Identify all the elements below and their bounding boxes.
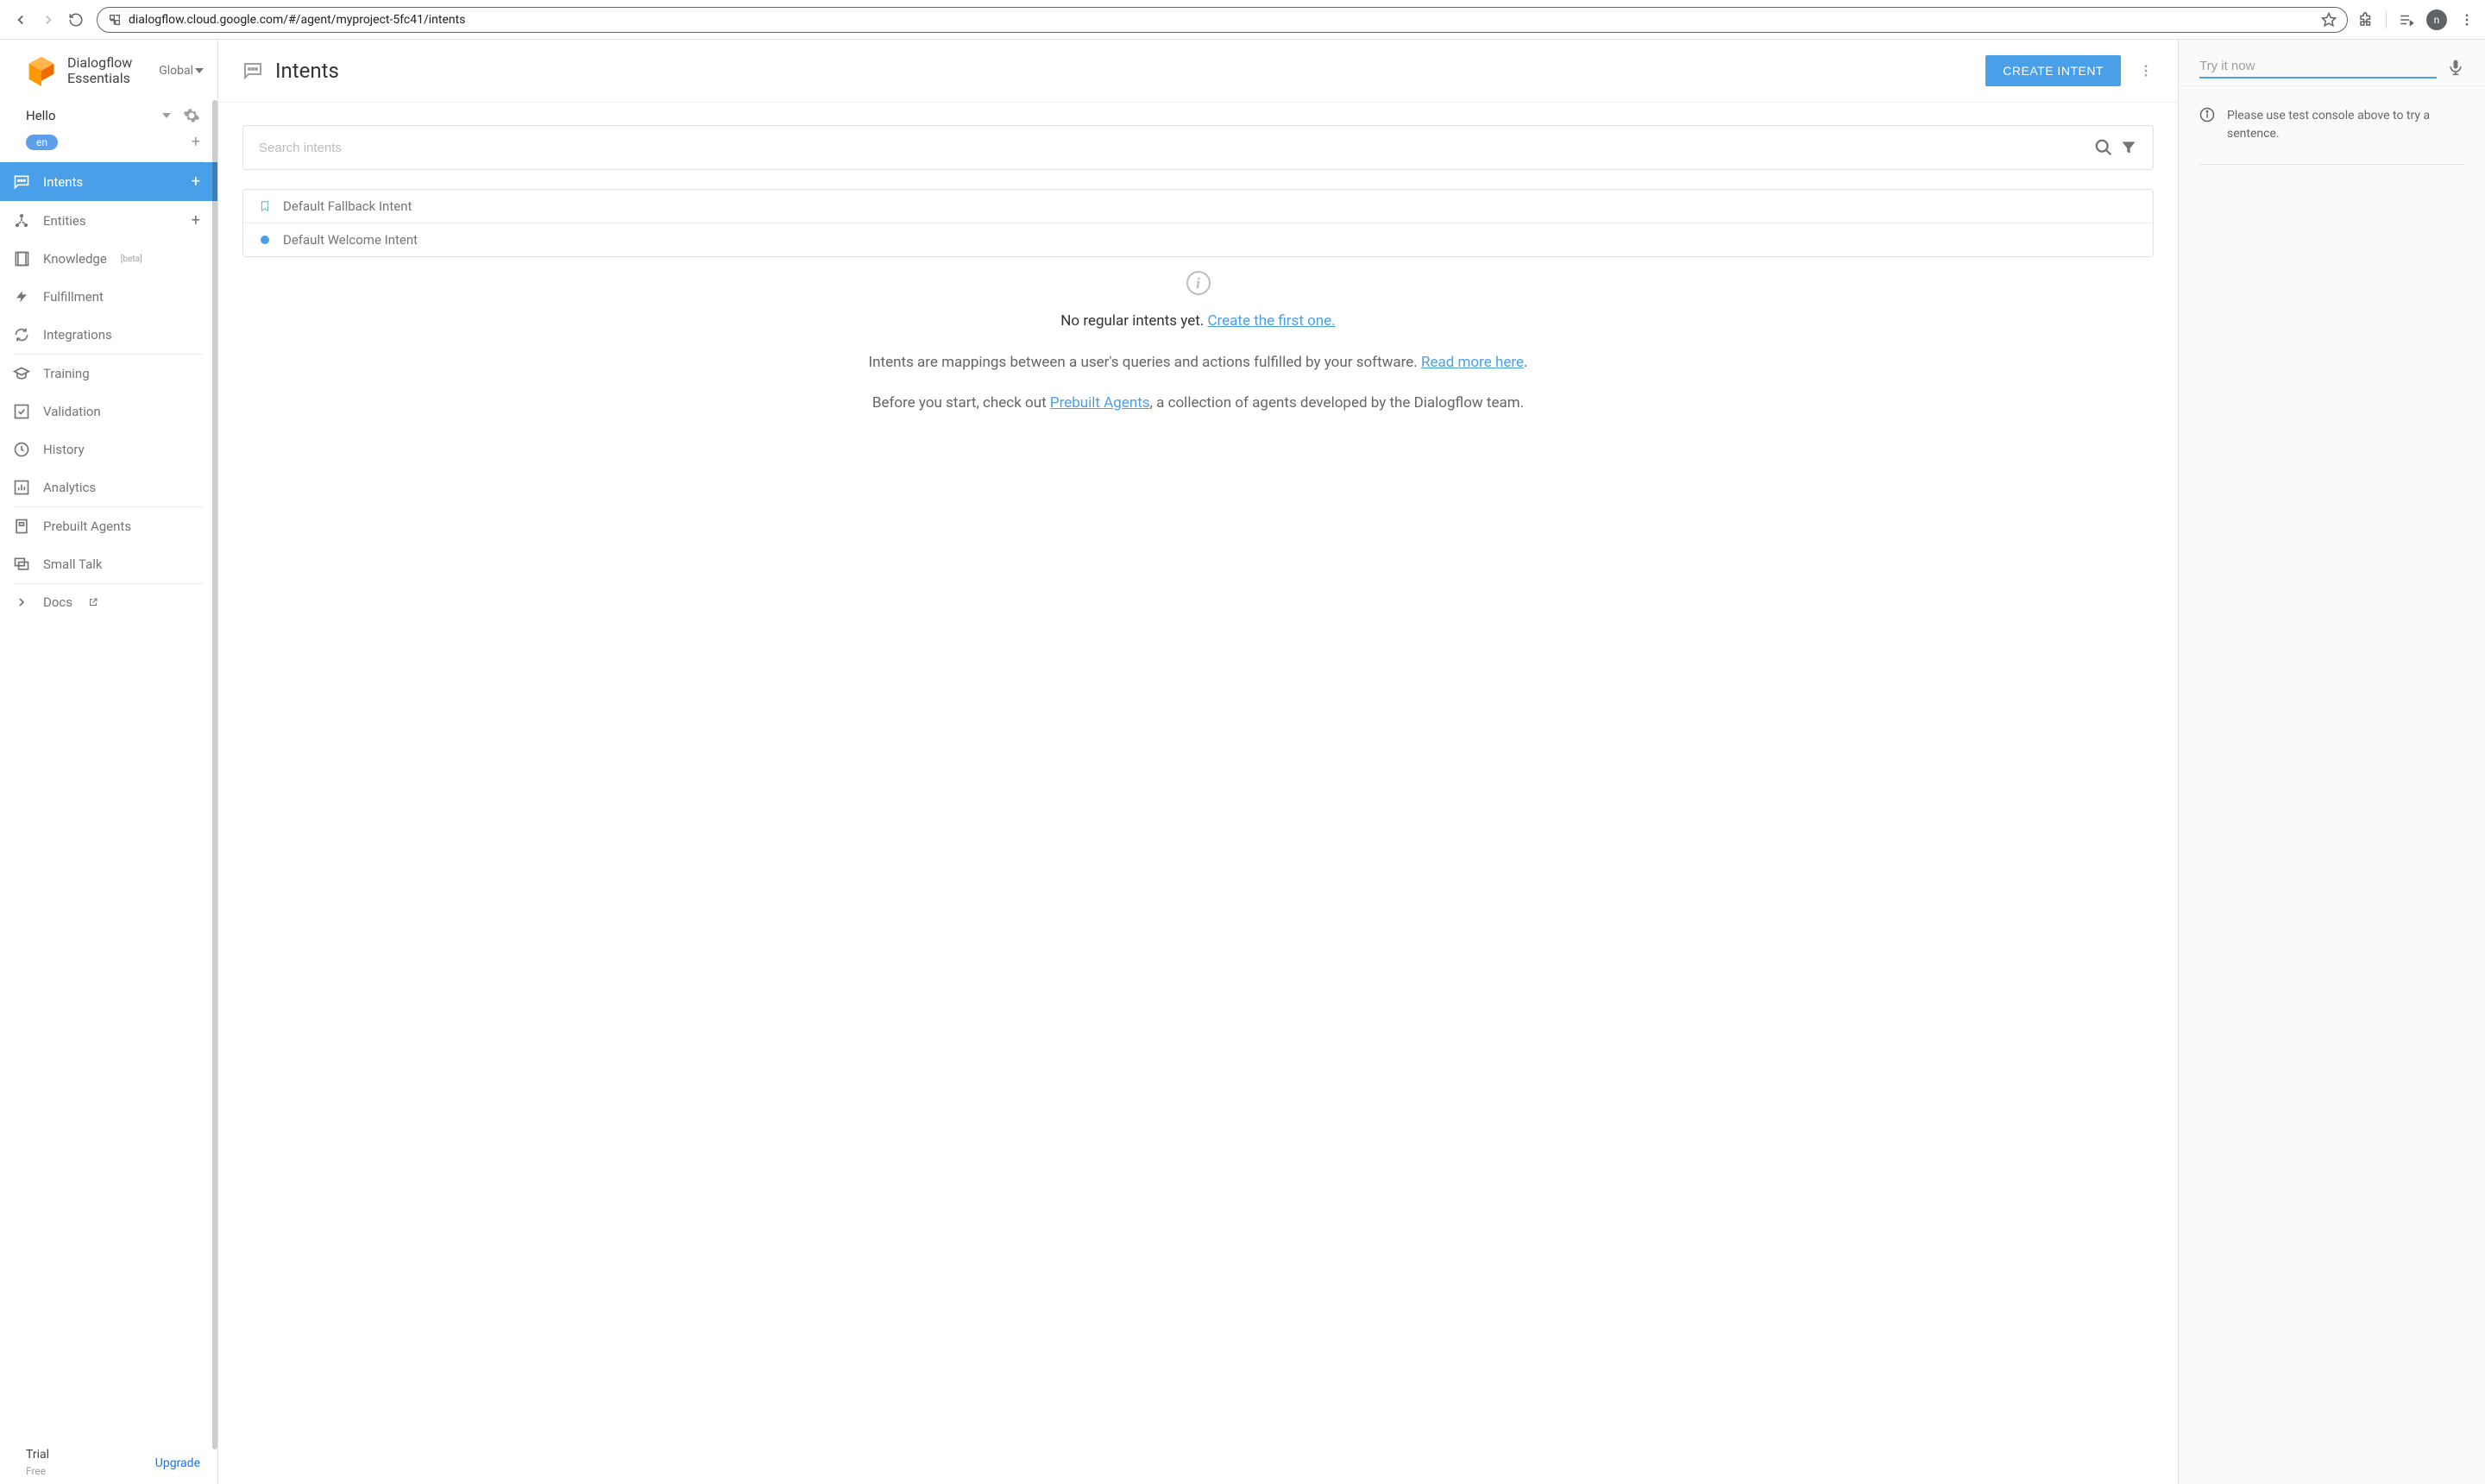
site-info-icon[interactable] (108, 13, 122, 27)
page-header: Intents CREATE INTENT (218, 40, 2178, 103)
clock-icon (12, 441, 31, 458)
extensions-icon[interactable] (2358, 12, 2374, 28)
mic-icon[interactable] (2447, 57, 2464, 78)
add-entity-button[interactable]: + (192, 211, 200, 230)
playlist-icon[interactable] (2399, 12, 2414, 28)
chat-icon (12, 173, 31, 191)
intent-row-fallback[interactable]: Default Fallback Intent (243, 190, 2153, 223)
smalltalk-icon (12, 556, 31, 573)
dot-icon (259, 236, 271, 244)
agent-selector[interactable]: Hello (0, 98, 217, 128)
nav-small-talk[interactable]: Small Talk (0, 545, 217, 583)
nav-knowledge[interactable]: Knowledge [beta] (0, 240, 217, 278)
scrollbar[interactable] (212, 100, 217, 1449)
agent-icon (12, 518, 31, 535)
nav-fulfillment[interactable]: Fulfillment (0, 278, 217, 316)
nav-training[interactable]: Training (0, 355, 217, 393)
bookmark-icon (259, 200, 271, 212)
try-message: Please use test console above to try a s… (2179, 86, 2485, 164)
empty-state: i No regular intents yet. Create the fir… (218, 257, 2178, 448)
search-input[interactable] (259, 141, 2087, 155)
browser-chrome: dialogflow.cloud.google.com/#/agent/mypr… (0, 0, 2485, 40)
more-menu-icon[interactable] (2138, 63, 2154, 79)
nav: Intents + Entities + Knowledge [beta] Fu… (0, 162, 217, 354)
info-outline-icon (2199, 107, 2215, 123)
star-icon[interactable] (2321, 12, 2337, 28)
create-intent-button[interactable]: CREATE INTENT (1985, 55, 2121, 86)
dialogflow-logo-icon (26, 55, 57, 86)
empty-line-2: Intents are mappings between a user's qu… (270, 352, 2126, 374)
intents-header-icon (242, 60, 263, 81)
browser-reload-button[interactable] (66, 9, 86, 30)
read-more-link[interactable]: Read more here (1421, 354, 1524, 371)
search-box[interactable] (242, 125, 2154, 170)
add-language-button[interactable]: + (192, 133, 200, 151)
browser-forward-button[interactable] (38, 9, 59, 30)
empty-line-1: No regular intents yet. Create the first… (270, 311, 2126, 333)
chevron-down-icon (162, 111, 171, 120)
filter-icon[interactable] (2120, 139, 2137, 156)
main: Intents CREATE INTENT (218, 40, 2485, 1484)
logo-row: Dialogflow Essentials Global (0, 40, 217, 98)
check-icon (12, 403, 31, 420)
profile-avatar[interactable]: n (2426, 9, 2447, 30)
nav-prebuilt-agents[interactable]: Prebuilt Agents (0, 507, 217, 545)
sync-icon (12, 326, 31, 343)
prebuilt-agents-link[interactable]: Prebuilt Agents (1050, 394, 1150, 412)
url-text: dialogflow.cloud.google.com/#/agent/mypr… (129, 13, 2314, 27)
browser-back-button[interactable] (10, 9, 31, 30)
intent-list: Default Fallback Intent Default Welcome … (242, 189, 2154, 257)
language-pill[interactable]: en (26, 135, 58, 150)
page-title: Intents (275, 59, 339, 83)
try-header (2179, 40, 2485, 86)
add-intent-button[interactable]: + (192, 173, 200, 191)
sidebar-footer: Trial Free Upgrade (0, 1437, 217, 1484)
search-icon[interactable] (2094, 138, 2113, 157)
nav-entities[interactable]: Entities + (0, 201, 217, 240)
graduation-icon (12, 365, 31, 382)
nav-validation[interactable]: Validation (0, 393, 217, 431)
nav-history[interactable]: History (0, 431, 217, 468)
empty-line-3: Before you start, check out Prebuilt Age… (270, 393, 2126, 415)
chart-icon (12, 479, 31, 496)
chevron-right-icon (12, 595, 31, 609)
nav-analytics[interactable]: Analytics (0, 468, 217, 506)
try-input[interactable] (2199, 55, 2437, 79)
try-panel: Please use test console above to try a s… (2179, 40, 2485, 1484)
entities-icon (12, 212, 31, 230)
book-icon (12, 250, 31, 267)
bolt-icon (12, 288, 31, 305)
separator (2386, 11, 2387, 28)
nav-docs[interactable]: Docs (0, 584, 217, 620)
intent-row-welcome[interactable]: Default Welcome Intent (243, 223, 2153, 256)
external-link-icon (88, 597, 98, 607)
content: Intents CREATE INTENT (218, 40, 2179, 1484)
upgrade-link[interactable]: Upgrade (155, 1456, 200, 1470)
url-bar[interactable]: dialogflow.cloud.google.com/#/agent/mypr… (97, 7, 2348, 33)
gear-icon[interactable] (183, 107, 200, 124)
nav-intents[interactable]: Intents + (0, 162, 217, 201)
region-dropdown[interactable]: Global (159, 64, 204, 78)
language-row: en + (0, 128, 217, 161)
logo-text: Dialogflow Essentials (67, 55, 132, 85)
info-icon: i (1186, 271, 1211, 295)
sidebar: Dialogflow Essentials Global Hello en + (0, 40, 218, 1484)
create-first-link[interactable]: Create the first one. (1207, 312, 1335, 330)
nav-integrations[interactable]: Integrations (0, 316, 217, 354)
browser-menu-icon[interactable] (2459, 12, 2475, 28)
